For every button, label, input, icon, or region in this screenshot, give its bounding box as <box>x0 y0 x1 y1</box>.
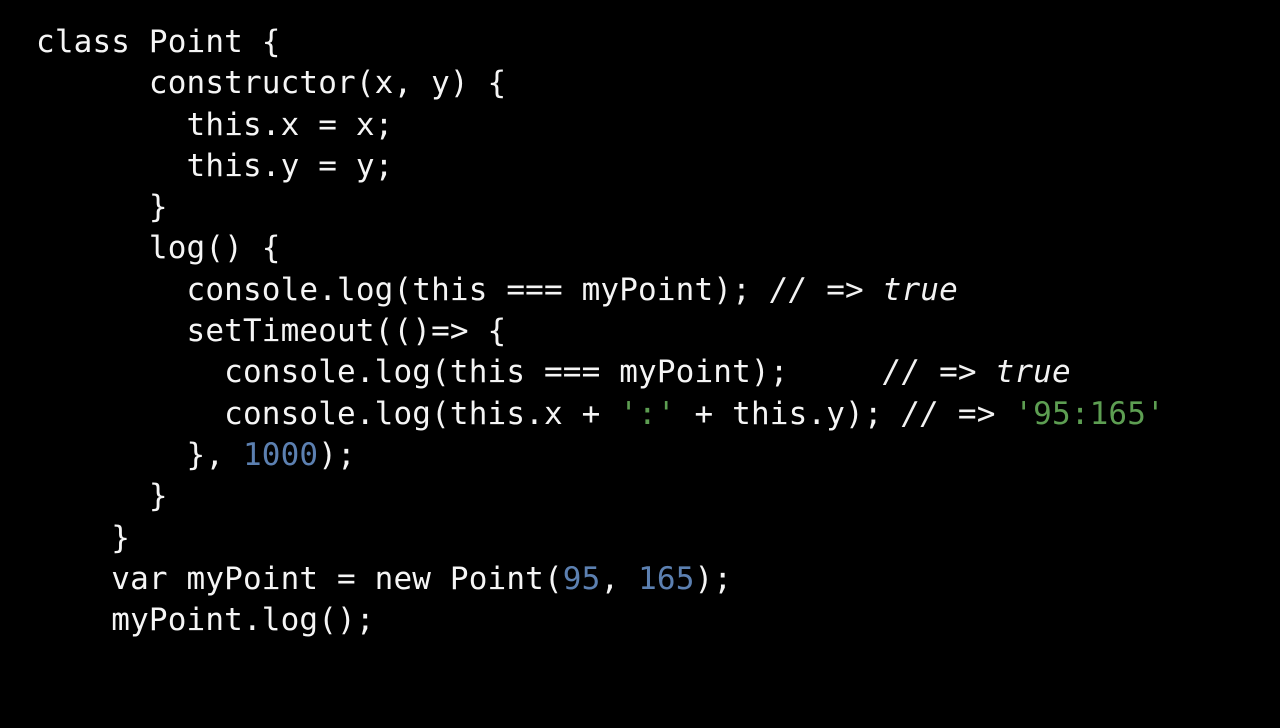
code-line: class Point { <box>36 24 281 60</box>
code-line: this.x = x; <box>36 106 394 143</box>
code-line: console.log(this === myPoint); // => tru… <box>36 272 958 308</box>
source-code-listing[interactable]: class Point { constructor(x, y) { this.x… <box>0 22 1280 641</box>
code-token-plain: } <box>36 189 168 226</box>
code-line: console.log(this === myPoint); // => tru… <box>36 354 1071 390</box>
code-line: setTimeout(()=> { <box>36 313 507 350</box>
code-token-plain: + this.y); <box>675 395 902 432</box>
code-token-plain: this.x = x; <box>36 106 394 143</box>
code-editor-surface[interactable]: class Point { constructor(x, y) { this.x… <box>0 0 1280 728</box>
code-line: }, 1000); <box>36 437 356 473</box>
code-token-plain: }, <box>36 436 243 473</box>
code-line: myPoint.log(); <box>36 602 375 638</box>
code-token-plain: var myPoint = new Point( <box>36 560 563 597</box>
code-token-plain: } <box>36 478 168 515</box>
code-token-plain: console.log(this === myPoint); <box>36 354 883 391</box>
code-token-comment: // => true <box>769 271 958 308</box>
code-token-plain: ); <box>318 436 356 473</box>
code-token-plain: } <box>36 519 131 556</box>
code-line: } <box>36 189 168 225</box>
code-token-comment: // => <box>901 395 1015 432</box>
code-token-plain: this.y = y; <box>36 147 394 184</box>
code-line: console.log(this.x + ':' + this.y); // =… <box>36 396 1165 432</box>
code-token-comment: // => true <box>882 354 1071 391</box>
code-line: } <box>36 520 130 556</box>
code-token-plain: setTimeout(()=> { <box>36 313 507 350</box>
code-token-plain: constructor(x, y) { <box>36 65 507 102</box>
code-token-plain: ); <box>694 560 733 597</box>
code-token-number: 95 <box>562 560 601 597</box>
code-token-plain: console.log(this === myPoint); <box>36 271 770 308</box>
code-token-string: ':' <box>619 395 676 432</box>
code-token-number: 165 <box>638 560 695 597</box>
code-line: } <box>36 478 168 514</box>
code-token-string: '95:165' <box>1014 395 1165 432</box>
code-token-plain: myPoint.log(); <box>36 602 375 639</box>
code-token-plain: log() { <box>36 230 281 267</box>
code-token-plain: console.log(this.x + <box>36 395 620 432</box>
code-token-plain: , <box>600 560 639 597</box>
code-line: constructor(x, y) { <box>36 65 506 101</box>
code-line: this.y = y; <box>36 147 394 184</box>
code-line: log() { <box>36 230 281 266</box>
code-token-number: 1000 <box>242 436 319 473</box>
code-line: var myPoint = new Point(95, 165); <box>36 561 732 597</box>
code-token-plain: class Point { <box>36 24 281 60</box>
